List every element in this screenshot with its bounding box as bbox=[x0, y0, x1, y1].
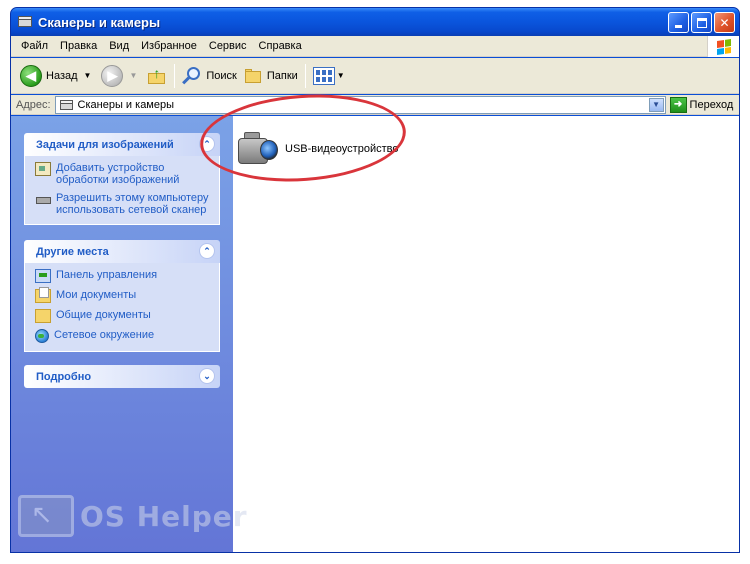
go-arrow-icon: ➜ bbox=[669, 96, 687, 113]
address-field[interactable]: Сканеры и камеры ▼ bbox=[54, 95, 666, 114]
title-bar[interactable]: Сканеры и камеры ✕ bbox=[11, 8, 739, 36]
address-label: Адрес: bbox=[16, 98, 51, 111]
expand-icon[interactable]: ⌄ bbox=[199, 368, 215, 384]
minimize-icon bbox=[675, 25, 682, 28]
back-label: Назад bbox=[46, 69, 78, 82]
up-button[interactable]: ↑ bbox=[144, 62, 170, 90]
place-control-panel[interactable]: Панель управления bbox=[35, 269, 219, 283]
task-network-scanner[interactable]: Разрешить этому компьютеру использовать … bbox=[35, 192, 219, 216]
image-tasks-panel: Задачи для изображений ⌃ Добавить устрой… bbox=[24, 133, 220, 225]
details-panel: Подробно ⌄ bbox=[24, 365, 220, 388]
place-label: Панель управления bbox=[56, 269, 158, 281]
folders-label: Папки bbox=[266, 69, 298, 82]
watermark-text: OS Helper bbox=[80, 499, 248, 533]
image-tasks-title: Задачи для изображений bbox=[36, 138, 174, 151]
close-icon: ✕ bbox=[719, 15, 730, 30]
window-title: Сканеры и камеры bbox=[38, 14, 161, 30]
details-header[interactable]: Подробно ⌄ bbox=[24, 365, 220, 388]
file-view: USB-видеоустройство bbox=[233, 116, 739, 552]
explorer-window: Сканеры и камеры ✕ Файл Правка Вид Избра… bbox=[10, 7, 740, 553]
other-places-header[interactable]: Другие места ⌃ bbox=[24, 240, 220, 263]
toolbar: ◀ Назад ▼ ▶ ▼ ↑ Поиск Папки ▼ bbox=[11, 58, 739, 94]
place-label: Сетевое окружение bbox=[54, 329, 155, 341]
forward-arrow-icon: ▶ bbox=[101, 64, 124, 87]
camcorder-icon bbox=[238, 130, 280, 168]
go-label: Переход bbox=[689, 98, 734, 111]
back-arrow-icon: ◀ bbox=[20, 64, 42, 87]
back-button[interactable]: ◀ Назад ▼ bbox=[17, 62, 98, 90]
place-label: Общие документы bbox=[56, 309, 151, 321]
place-network-places[interactable]: Сетевое окружение bbox=[35, 329, 219, 343]
details-title: Подробно bbox=[36, 370, 92, 383]
other-places-panel: Другие места ⌃ Панель управления Мои док… bbox=[24, 240, 220, 352]
collapse-icon[interactable]: ⌃ bbox=[199, 136, 215, 152]
toolbar-separator bbox=[304, 63, 306, 88]
search-label: Поиск bbox=[206, 69, 237, 82]
task-label: Добавить устройство обработки изображени… bbox=[56, 162, 180, 186]
menu-file[interactable]: Файл bbox=[15, 40, 54, 52]
collapse-icon[interactable]: ⌃ bbox=[199, 243, 215, 259]
task-label: Разрешить этому компьютеру использовать … bbox=[56, 192, 209, 216]
other-places-title: Другие места bbox=[36, 245, 109, 258]
maximize-button[interactable] bbox=[691, 12, 712, 33]
forward-dropdown-icon[interactable]: ▼ bbox=[129, 71, 137, 80]
network-scanner-icon bbox=[35, 192, 51, 206]
search-icon bbox=[182, 66, 202, 86]
scanner-icon bbox=[59, 98, 75, 112]
menu-tools[interactable]: Сервис bbox=[203, 40, 253, 52]
toolbar-separator bbox=[174, 63, 176, 88]
folders-button[interactable]: Папки bbox=[240, 62, 301, 90]
image-tasks-header[interactable]: Задачи для изображений ⌃ bbox=[24, 133, 220, 156]
scanner-icon bbox=[17, 14, 33, 30]
monitor-cursor-icon bbox=[18, 495, 74, 537]
place-shared-documents[interactable]: Общие документы bbox=[35, 309, 219, 323]
watermark: OS Helper bbox=[18, 495, 248, 537]
device-item[interactable]: USB-видеоустройство bbox=[238, 130, 398, 168]
search-button[interactable]: Поиск bbox=[179, 62, 239, 90]
folders-icon bbox=[243, 66, 263, 86]
my-documents-icon bbox=[35, 287, 51, 303]
address-value: Сканеры и камеры bbox=[77, 98, 175, 111]
network-places-icon bbox=[35, 329, 49, 343]
menu-bar: Файл Правка Вид Избранное Сервис Справка bbox=[11, 36, 739, 57]
add-device-icon bbox=[35, 162, 51, 176]
address-bar: Адрес: Сканеры и камеры ▼ ➜ Переход bbox=[11, 95, 739, 115]
forward-button[interactable]: ▶ ▼ bbox=[98, 62, 144, 90]
other-places-body: Панель управления Мои документы Общие до… bbox=[24, 263, 220, 352]
maximize-icon bbox=[696, 17, 707, 28]
minimize-button[interactable] bbox=[668, 12, 689, 33]
views-button[interactable]: ▼ bbox=[310, 62, 352, 90]
shared-documents-icon bbox=[35, 309, 51, 323]
windows-logo bbox=[707, 36, 739, 57]
menu-edit[interactable]: Правка bbox=[54, 40, 103, 52]
device-label: USB-видеоустройство bbox=[285, 143, 399, 155]
menu-favorites[interactable]: Избранное bbox=[135, 40, 203, 52]
go-button[interactable]: ➜ Переход bbox=[669, 96, 734, 113]
close-button[interactable]: ✕ bbox=[714, 12, 735, 33]
control-panel-icon bbox=[35, 269, 51, 283]
task-add-device[interactable]: Добавить устройство обработки изображени… bbox=[35, 162, 219, 186]
up-folder-icon: ↑ bbox=[147, 65, 167, 86]
place-label: Мои документы bbox=[56, 289, 137, 301]
menu-help[interactable]: Справка bbox=[253, 40, 308, 52]
back-dropdown-icon[interactable]: ▼ bbox=[84, 71, 92, 80]
address-dropdown-icon[interactable]: ▼ bbox=[648, 97, 664, 112]
place-my-documents[interactable]: Мои документы bbox=[35, 287, 219, 303]
views-icon bbox=[312, 66, 335, 85]
window-controls: ✕ bbox=[668, 12, 735, 33]
windows-flag-icon bbox=[716, 38, 731, 55]
menu-view[interactable]: Вид bbox=[103, 40, 135, 52]
image-tasks-body: Добавить устройство обработки изображени… bbox=[24, 156, 220, 225]
tasks-pane: Задачи для изображений ⌃ Добавить устрой… bbox=[11, 116, 233, 552]
views-dropdown-icon: ▼ bbox=[336, 71, 345, 80]
